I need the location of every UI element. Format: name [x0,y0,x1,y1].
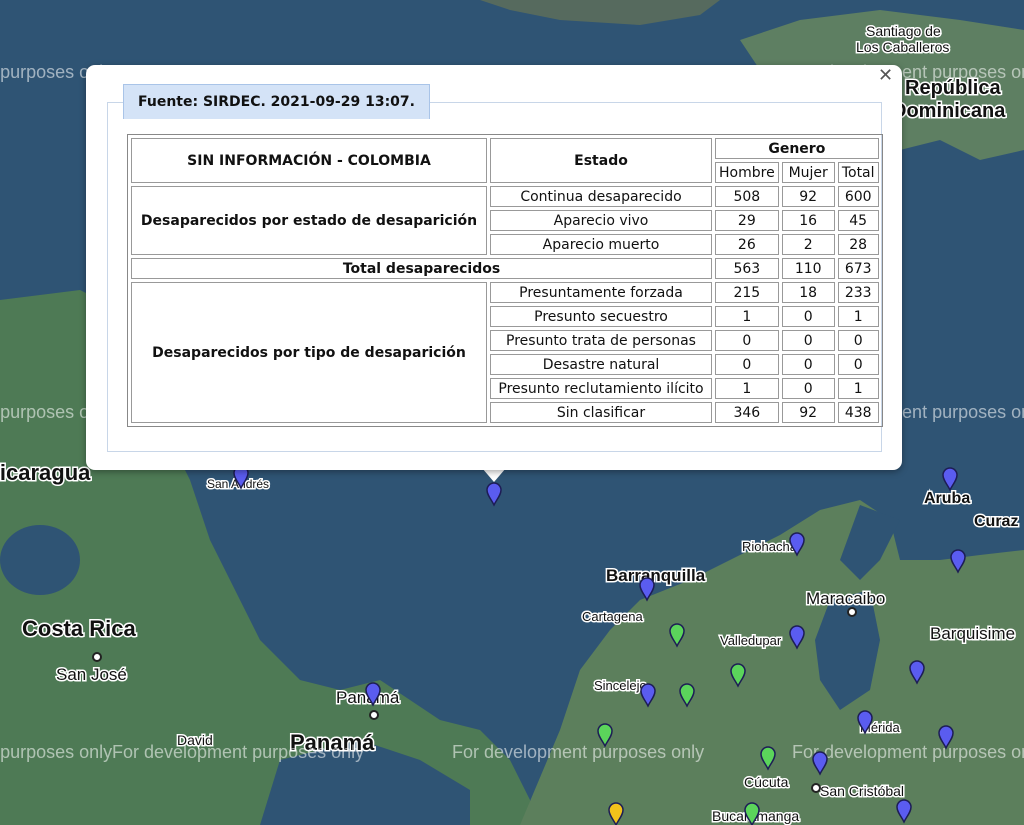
hombre-cell: 508 [715,186,779,207]
city-dot [811,783,821,793]
city-dot [92,652,102,662]
label-costa-rica: Costa Rica [22,616,136,641]
col-hombre-header: Hombre [715,162,779,183]
watermark: For development purposes only [112,742,364,762]
city-dot [847,607,857,617]
source-tab[interactable]: Fuente: SIRDEC. 2021-09-29 13:07. [123,84,430,119]
hombre-cell: 563 [715,258,779,279]
mujer-cell: 92 [781,402,835,423]
hombre-cell: 0 [715,354,779,375]
label-cucuta: Cúcuta [744,774,789,790]
label-san-cristobal: San Cristóbal [820,783,904,799]
total-cell: 600 [837,186,879,207]
table-container: SIN INFORMACIÓN - COLOMBIA Estado Genero… [127,134,883,427]
mujer-cell: 0 [781,306,835,327]
label-curazao: Curaz [974,513,1018,530]
total-cell: 233 [837,282,879,303]
lake-nicaragua [0,525,80,595]
label-aruba: Aruba [924,490,970,507]
estado-cell: Presuntamente forzada [490,282,712,303]
col-mujer-header: Mujer [781,162,835,183]
label-dominicana: Dominicana [892,100,1006,122]
mujer-cell: 110 [781,258,835,279]
mujer-cell: 0 [781,378,835,399]
estado-cell: Presunto reclutamiento ilícito [490,378,712,399]
watermark: For development purposes only [452,742,704,762]
estado-header: Estado [490,138,712,183]
label-santiago: Santiago de [866,23,941,39]
label-valledupar: Valledupar [720,633,782,648]
table-row: SIN INFORMACIÓN - COLOMBIA Estado Genero [131,138,879,183]
table-row: Desaparecidos por tipo de desaparición P… [131,282,879,423]
hombre-cell: 215 [715,282,779,303]
mujer-cell: 16 [781,210,835,231]
total-cell: 45 [837,210,879,231]
mujer-cell: 92 [781,186,835,207]
estado-cell: Desastre natural [490,354,712,375]
total-cell: 438 [837,402,879,423]
genero-header: Genero [715,138,879,159]
hombre-cell: 0 [715,330,779,351]
mujer-cell: 0 [781,330,835,351]
table-row: Desaparecidos por estado de desaparición… [131,186,879,255]
group-label: Desaparecidos por estado de desaparición [131,186,487,255]
info-popup: ✕ Fuente: SIRDEC. 2021-09-29 13:07. SIN … [86,65,902,470]
estado-cell: Aparecio muerto [490,234,712,255]
label-maracaibo: Maracaibo [806,589,885,608]
label-barranquilla: Barranquilla [606,566,706,585]
stats-table: SIN INFORMACIÓN - COLOMBIA Estado Genero… [127,134,883,427]
total-cell: 1 [837,306,879,327]
estado-cell: Presunto trata de personas [490,330,712,351]
label-sincelejo: Sincelejo [594,678,647,693]
city-dot [369,710,379,720]
hombre-cell: 1 [715,378,779,399]
label-nicaragua: Nicaragua [0,460,91,485]
total-cell: 0 [837,330,879,351]
estado-cell: Sin clasificar [490,402,712,423]
close-icon[interactable]: ✕ [878,67,893,85]
total-cell: 0 [837,354,879,375]
label-caballeros: Los Caballeros [856,39,949,55]
total-label: Total desaparecidos [131,258,712,279]
total-cell: 28 [837,234,879,255]
hombre-cell: 1 [715,306,779,327]
watermark: For development purposes only [0,742,112,762]
hombre-cell: 26 [715,234,779,255]
total-cell: 1 [837,378,879,399]
hombre-cell: 346 [715,402,779,423]
label-barquisimeto: Barquisime [930,624,1015,643]
mujer-cell: 0 [781,354,835,375]
group-label: Desaparecidos por tipo de desaparición [131,282,487,423]
total-cell: 673 [837,258,879,279]
col-total-header: Total [837,162,879,183]
label-san-jose: San José [56,665,127,684]
estado-cell: Continua desaparecido [490,186,712,207]
popup-tail [482,468,506,482]
label-riohacha: Riohacha [742,539,798,554]
mujer-cell: 18 [781,282,835,303]
table-title: SIN INFORMACIÓN - COLOMBIA [131,138,487,183]
estado-cell: Presunto secuestro [490,306,712,327]
table-row-total: Total desaparecidos 563 110 673 [131,258,879,279]
estado-cell: Aparecio vivo [490,210,712,231]
hombre-cell: 29 [715,210,779,231]
label-cartagena: Cartagena [582,609,643,624]
mujer-cell: 2 [781,234,835,255]
